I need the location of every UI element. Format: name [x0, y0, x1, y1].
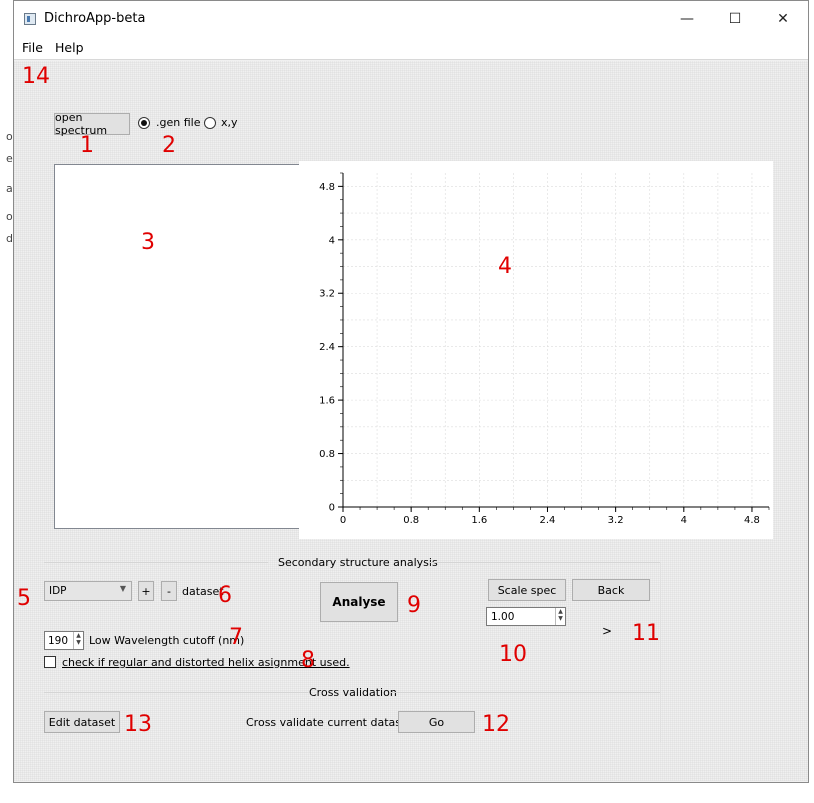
dataset-combo[interactable]: IDP ▼: [44, 581, 132, 601]
annotation-14: 14: [22, 64, 50, 89]
wavelength-cutoff-value: 190: [48, 635, 69, 647]
spectrum-list[interactable]: [54, 164, 303, 529]
y-tick-label: 1.6: [319, 396, 335, 407]
annotation-8: 8: [301, 648, 315, 673]
app-window: DichroApp-beta — ☐ ✕ File Help open spec…: [13, 0, 809, 783]
secondary-structure-title: Secondary structure analysis: [278, 556, 438, 569]
y-tick-label: 2.4: [319, 342, 335, 353]
annotation-1: 1: [80, 133, 94, 158]
cross-border-right: [390, 692, 660, 693]
plot-svg: 0 0.8 1.6 2.4 3.2 4 4.8 0 0.8 1.6 2.4 3.2 4 4.8: [319, 172, 770, 526]
back-button[interactable]: Back: [572, 579, 650, 601]
background-window-edge: oeaod: [6, 130, 13, 245]
annotation-11: 11: [632, 621, 660, 646]
app-icon: [24, 13, 36, 25]
open-spectrum-button[interactable]: open spectrum: [54, 111, 130, 137]
scale-factor-value: 1.00: [491, 611, 515, 623]
menu-bar: File Help: [14, 37, 808, 59]
window-title: DichroApp-beta: [44, 11, 146, 26]
annotation-13: 13: [124, 712, 152, 737]
group-border-right: [430, 562, 660, 563]
menu-help[interactable]: Help: [55, 40, 84, 55]
x-tick-label: 0: [340, 515, 346, 526]
annotation-10: 10: [499, 642, 527, 667]
scale-spec-button[interactable]: Scale spec: [488, 579, 566, 601]
scale-factor-spinbox[interactable]: 1.00 ▲ ▼: [486, 607, 566, 626]
x-tick-label: 1.6: [471, 515, 487, 526]
cross-border-left: [44, 692, 308, 693]
group-border-left: [44, 562, 268, 563]
menu-file[interactable]: File: [22, 40, 43, 55]
y-tick-label: 4: [329, 235, 335, 246]
title-bar: DichroApp-beta — ☐ ✕: [14, 1, 808, 37]
annotation-5: 5: [17, 586, 31, 611]
annotation-6: 6: [218, 583, 232, 608]
y-tick-label: 0: [329, 503, 335, 514]
helix-assignment-checkbox[interactable]: [44, 656, 56, 668]
go-button[interactable]: Go: [398, 711, 475, 733]
arrow-label: >: [602, 624, 613, 638]
group-border-vertical: [660, 562, 661, 742]
x-tick-label: 0.8: [403, 515, 419, 526]
spin-arrows-icon[interactable]: ▲ ▼: [73, 632, 83, 649]
y-tick-label: 4.8: [319, 182, 335, 193]
x-tick-label: 2.4: [540, 515, 556, 526]
x-tick-label: 4: [681, 515, 687, 526]
close-button[interactable]: ✕: [760, 1, 806, 37]
chevron-down-icon: ▼: [119, 584, 126, 593]
spin-arrows-icon[interactable]: ▲ ▼: [555, 608, 565, 625]
annotation-9: 9: [407, 593, 421, 618]
y-tick-label: 0.8: [319, 449, 335, 460]
main-content: open spectrum .gen file x,y 0 0.8 1.6 2.4 3.…: [14, 61, 808, 781]
y-tick-label: 3.2: [319, 289, 335, 300]
annotation-2: 2: [162, 133, 176, 158]
minimize-button[interactable]: —: [664, 1, 710, 37]
analyse-button[interactable]: Analyse: [320, 582, 398, 622]
cross-validation-title: Cross validation: [309, 686, 397, 699]
add-dataset-button[interactable]: +: [138, 581, 154, 601]
x-tick-label: 3.2: [608, 515, 624, 526]
remove-dataset-button[interactable]: -: [161, 581, 177, 601]
spectrum-plot[interactable]: 0 0.8 1.6 2.4 3.2 4 4.8 0 0.8 1.6 2.4 3.2 4 4.8: [299, 161, 773, 539]
maximize-button[interactable]: ☐: [712, 1, 758, 37]
annotation-12: 12: [482, 712, 510, 737]
annotation-3: 3: [141, 230, 155, 255]
annotation-7: 7: [229, 625, 243, 650]
dataset-combo-value: IDP: [49, 585, 67, 597]
cross-validate-label: Cross validate current dataset: [246, 716, 413, 729]
wavelength-cutoff-label: Low Wavelength cutoff (nm): [89, 634, 245, 647]
wavelength-cutoff-spinbox[interactable]: 190 ▲ ▼: [44, 631, 84, 650]
gen-file-label: .gen file: [156, 116, 201, 129]
gen-file-radio[interactable]: [138, 117, 150, 129]
edit-dataset-button[interactable]: Edit dataset: [44, 711, 120, 733]
xy-label: x,y: [221, 116, 238, 129]
xy-radio[interactable]: [204, 117, 216, 129]
x-tick-label: 4.8: [744, 515, 760, 526]
annotation-4: 4: [498, 254, 512, 279]
